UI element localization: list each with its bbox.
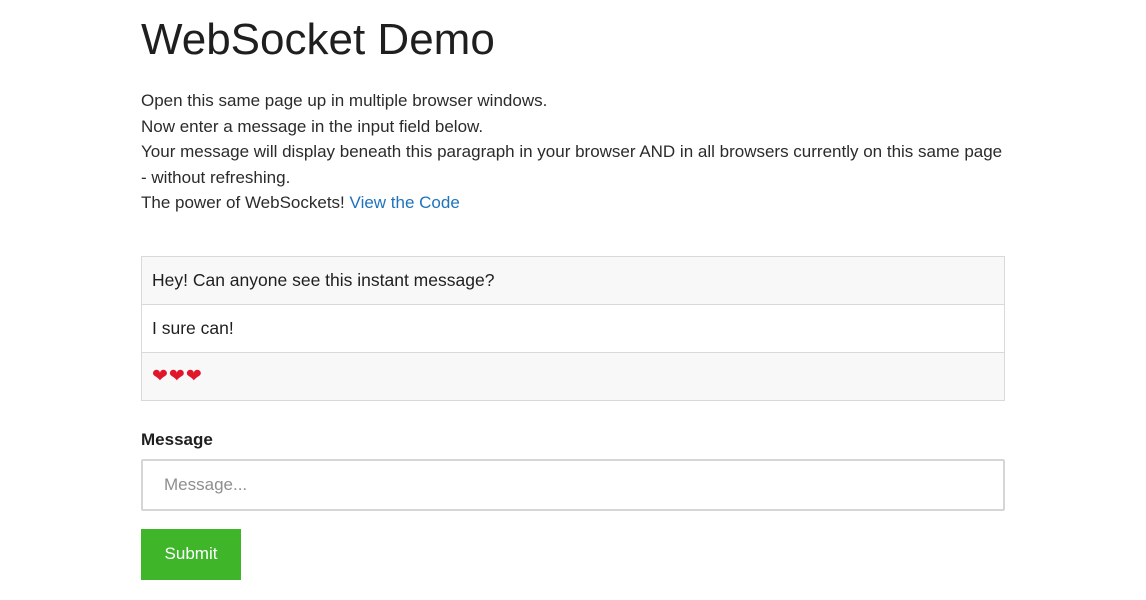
message-label: Message [141, 429, 213, 449]
message-item: ❤️❤️❤️ ❤ ❤ ❤ [142, 352, 1004, 401]
message-list: Hey! Can anyone see this instant message… [141, 255, 1005, 401]
intro-line-3: Your message will display beneath this p… [141, 142, 1003, 187]
page-container: WebSocket Demo Open this same page up in… [141, 0, 1005, 580]
intro-line-1: Open this same page up in multiple brows… [141, 91, 548, 110]
message-item: I sure can! [142, 304, 1004, 353]
intro-line-4-text: The power of WebSockets! [141, 193, 345, 213]
message-text: I sure can! [152, 317, 234, 338]
heart-icon: ❤ [152, 365, 168, 388]
view-code-link[interactable]: View the Code [350, 193, 460, 212]
heart-icon: ❤ [168, 365, 185, 388]
intro-line-2: Now enter a message in the input field b… [141, 116, 484, 136]
page-title: WebSocket Demo [141, 15, 495, 64]
intro-paragraph: Open this same page up in multiple brows… [141, 88, 1005, 216]
intro-line-4: The power of WebSockets! View the Code [141, 190, 1005, 216]
submit-button[interactable]: Submit [141, 528, 241, 580]
message-item: Hey! Can anyone see this instant message… [142, 256, 1004, 305]
message-input[interactable] [141, 458, 1005, 511]
message-text: Hey! Can anyone see this instant message… [152, 269, 495, 290]
heart-icon: ❤ [185, 365, 202, 388]
